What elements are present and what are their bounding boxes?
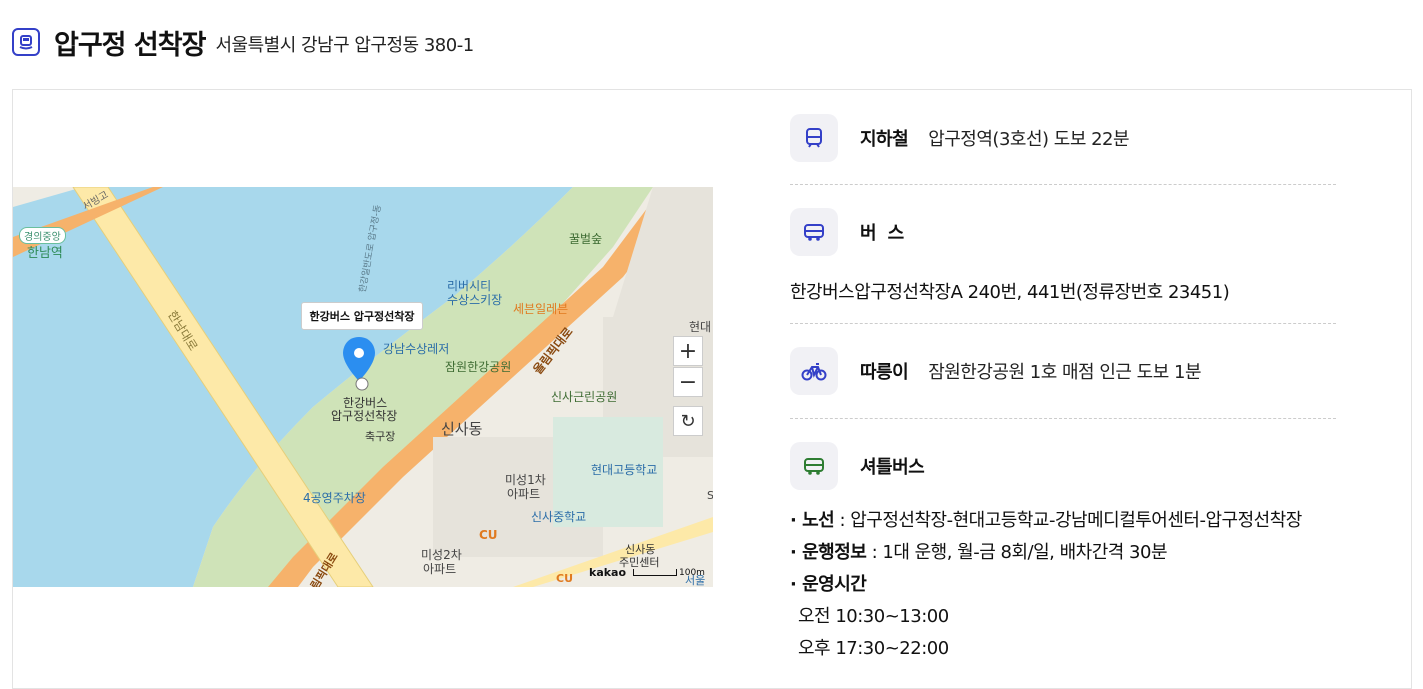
map-label: 아파트 (423, 562, 457, 576)
map-scale (633, 569, 677, 576)
map-label: 신사동 (441, 420, 483, 438)
shuttle-hours: · 운영시간 (790, 570, 867, 596)
shuttle-route: · 노선 : 압구정선착장-현대고등학교-강남메디컬투어센터-압구정선착장 (790, 506, 1302, 532)
map-pin-callout: 한강버스 압구정선착장 (301, 302, 423, 330)
bus-label: 버 스 (860, 223, 904, 244)
shuttle-label: 셔틀버스 (860, 457, 925, 478)
page-address: 서울특별시 강남구 압구정동 380-1 (215, 35, 474, 56)
map-label: 세븐일레븐 (513, 302, 569, 316)
shuttle-hours-label: · 운영시간 (790, 574, 867, 595)
refresh-button[interactable]: ↻ (673, 406, 703, 436)
bicycle-icon (790, 347, 838, 395)
subway-value: 압구정역(3호선) 도보 22분 (928, 129, 1130, 150)
map-label: 강남수상레저 (383, 342, 450, 356)
subway-row: 지하철 압구정역(3호선) 도보 22분 (790, 113, 1336, 163)
map-label: 신사근린공원 (551, 390, 618, 404)
map-label: 현대고등학교 (591, 463, 658, 477)
zoom-in-button[interactable]: + (673, 336, 703, 366)
shuttle-route-value: : 압구정선착장-현대고등학교-강남메디컬투어센터-압구정선착장 (834, 510, 1302, 531)
map-label: 축구장 (365, 430, 396, 443)
map-label: 한남역 (27, 246, 63, 261)
map-label: 꿀벌숲 (569, 232, 603, 246)
map-scale-label: 100m (679, 568, 705, 578)
map-label: CU (556, 572, 574, 585)
page-header: 압구정 선착장 서울특별시 강남구 압구정동 380-1 (12, 22, 474, 62)
map-label: 현대 (689, 320, 712, 334)
page-title: 압구정 선착장 (54, 29, 206, 61)
map-view[interactable]: 한강버스 압구정선착장 경의중앙 한남역 서빙고 한남대로 한강일반도로 압구정… (13, 187, 713, 587)
divider (790, 323, 1336, 324)
subway-icon (790, 114, 838, 162)
map-label: S (707, 489, 713, 502)
divider (790, 418, 1336, 419)
map-label: 4공영주차장 (303, 491, 366, 505)
subway-label: 지하철 (860, 129, 909, 150)
bike-row: 따릉이 잠원한강공원 1호 매점 인근 도보 1분 (790, 346, 1336, 396)
map-label: CU (479, 528, 498, 542)
bus-icon (790, 208, 838, 256)
map-label: 아파트 (507, 487, 541, 501)
bike-label: 따릉이 (860, 362, 909, 383)
bike-value: 잠원한강공원 1호 매점 인근 도보 1분 (928, 362, 1202, 383)
kakao-logo: kakao (589, 566, 627, 579)
map-label: 수상스키장 (447, 293, 503, 307)
bus-row: 버 스 (790, 207, 1336, 257)
shuttle-ops: · 운행정보 : 1대 운행, 월-금 8회/일, 배차간격 30분 (790, 538, 1168, 564)
bus-value: 한강버스압구정선착장A 240번, 441번(정류장번호 23451) (790, 282, 1230, 303)
shuttle-ops-value: : 1대 운행, 월-금 8회/일, 배차간격 30분 (866, 542, 1168, 563)
map-label: 신사중학교 (531, 510, 587, 524)
shuttle-hours-am: 오전 10:30~13:00 (798, 606, 949, 627)
zoom-out-button[interactable]: − (673, 367, 703, 397)
map-label: 압구정선착장 (331, 409, 398, 423)
shuttle-row: 셔틀버스 (790, 441, 1336, 491)
map-label: 잠원한강공원 (445, 360, 512, 374)
shuttle-ops-label: · 운행정보 (790, 542, 867, 563)
divider (790, 184, 1336, 185)
shuttle-hours-pm: 오후 17:30~22:00 (798, 638, 949, 659)
shuttle-route-label: · 노선 (790, 510, 835, 531)
map-pin-label: 한강버스 압구정선착장 (309, 310, 415, 323)
ferry-icon (12, 28, 40, 56)
shuttle-bus-icon (790, 442, 838, 490)
